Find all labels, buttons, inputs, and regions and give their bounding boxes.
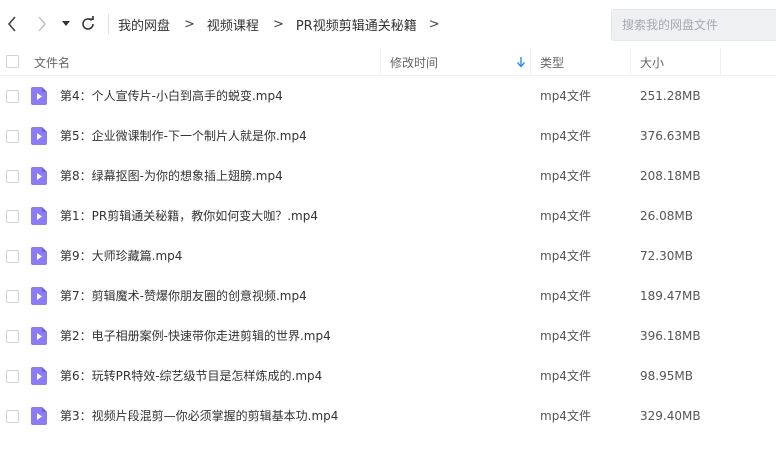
file-size: 396.18MB (640, 329, 701, 343)
breadcrumb-item-video-courses[interactable]: 视频课程 (207, 15, 259, 34)
search-input[interactable] (611, 9, 776, 41)
column-divider (380, 48, 381, 76)
row-checkbox[interactable] (6, 370, 19, 383)
file-name[interactable]: 第1：PR剪辑通关秘籍，教你如何变大咖？.mp4 (60, 196, 318, 236)
file-row[interactable]: 第5：企业微课制作-下一个制片人就是你.mp4 mp4文件 376.63MB (0, 116, 776, 156)
file-size: 98.95MB (640, 369, 693, 383)
column-divider (720, 48, 721, 76)
file-row[interactable]: 第9：大师珍藏篇.mp4 mp4文件 72.30MB (0, 236, 776, 276)
file-size: 376.63MB (640, 129, 701, 143)
video-file-icon (31, 327, 47, 345)
column-divider (630, 48, 631, 76)
row-checkbox[interactable] (6, 210, 19, 223)
file-size: 26.08MB (640, 209, 693, 223)
file-size: 251.28MB (640, 89, 701, 103)
file-type: mp4文件 (540, 249, 591, 263)
file-type: mp4文件 (540, 369, 591, 383)
file-row[interactable]: 第4：个人宣传片-小白到高手的蜕变.mp4 mp4文件 251.28MB (0, 76, 776, 116)
video-file-icon (31, 407, 47, 425)
history-dropdown-button[interactable] (58, 14, 74, 34)
file-type: mp4文件 (540, 289, 591, 303)
chevron-right-icon (38, 16, 47, 32)
file-type: mp4文件 (540, 409, 591, 423)
column-divider (530, 48, 531, 76)
row-checkbox[interactable] (6, 290, 19, 303)
row-checkbox[interactable] (6, 410, 19, 423)
file-name[interactable]: 第5：企业微课制作-下一个制片人就是你.mp4 (60, 116, 307, 156)
file-name[interactable]: 第3：视频片段混剪—你必须掌握的剪辑基本功.mp4 (60, 396, 338, 436)
video-file-icon (31, 247, 47, 265)
file-name[interactable]: 第4：个人宣传片-小白到高手的蜕变.mp4 (60, 76, 283, 116)
column-header-size[interactable]: 大小 (640, 48, 720, 76)
column-header-name[interactable]: 文件名 (34, 48, 379, 76)
row-checkbox[interactable] (6, 330, 19, 343)
file-size: 189.47MB (640, 289, 701, 303)
file-name[interactable]: 第9：大师珍藏篇.mp4 (60, 236, 182, 276)
file-name[interactable]: 第6：玩转PR特效-综艺级节目是怎样炼成的.mp4 (60, 356, 322, 396)
file-type: mp4文件 (540, 209, 591, 223)
breadcrumb: 我的网盘 > 视频课程 > PR视频剪辑通关秘籍 > (118, 14, 440, 34)
file-name[interactable]: 第8：绿幕抠图-为你的想象插上翅膀.mp4 (60, 156, 283, 196)
chevron-left-icon (7, 16, 16, 32)
row-checkbox[interactable] (6, 250, 19, 263)
file-name[interactable]: 第7：剪辑魔术-赞爆你朋友圈的创意视频.mp4 (60, 276, 307, 316)
nav-divider (108, 14, 109, 34)
row-checkbox[interactable] (6, 170, 19, 183)
column-header-modified[interactable]: 修改时间 (390, 48, 530, 76)
breadcrumb-separator-icon: > (428, 16, 440, 32)
row-checkbox[interactable] (6, 90, 19, 103)
breadcrumb-item-my-drive[interactable]: 我的网盘 (118, 15, 170, 34)
column-header-type[interactable]: 类型 (540, 48, 630, 76)
file-type: mp4文件 (540, 169, 591, 183)
file-size: 208.18MB (640, 169, 701, 183)
navigation-bar: 我的网盘 > 视频课程 > PR视频剪辑通关秘籍 > (0, 0, 776, 48)
video-file-icon (31, 87, 47, 105)
file-row[interactable]: 第1：PR剪辑通关秘籍，教你如何变大咖？.mp4 mp4文件 26.08MB (0, 196, 776, 236)
file-type: mp4文件 (540, 329, 591, 343)
breadcrumb-separator-icon: > (184, 16, 195, 32)
file-size: 72.30MB (640, 249, 693, 263)
select-all-checkbox[interactable] (6, 55, 19, 68)
file-row[interactable]: 第8：绿幕抠图-为你的想象插上翅膀.mp4 mp4文件 208.18MB (0, 156, 776, 196)
forward-button[interactable] (32, 14, 52, 34)
refresh-button[interactable] (78, 14, 98, 34)
file-row[interactable]: 第2：电子相册案例-快速带你走进剪辑的世界.mp4 mp4文件 396.18MB (0, 316, 776, 356)
video-file-icon (31, 207, 47, 225)
breadcrumb-item-current-folder[interactable]: PR视频剪辑通关秘籍 (296, 15, 417, 34)
sort-descending-icon[interactable] (514, 55, 528, 69)
video-file-icon (31, 287, 47, 305)
file-list: 第4：个人宣传片-小白到高手的蜕变.mp4 mp4文件 251.28MB 第5：… (0, 76, 776, 436)
file-row[interactable]: 第6：玩转PR特效-综艺级节目是怎样炼成的.mp4 mp4文件 98.95MB (0, 356, 776, 396)
file-size: 329.40MB (640, 409, 701, 423)
video-file-icon (31, 127, 47, 145)
file-row[interactable]: 第3：视频片段混剪—你必须掌握的剪辑基本功.mp4 mp4文件 329.40MB (0, 396, 776, 436)
file-type: mp4文件 (540, 89, 591, 103)
caret-down-icon (62, 21, 70, 26)
video-file-icon (31, 367, 47, 385)
breadcrumb-separator-icon: > (272, 16, 284, 32)
video-file-icon (31, 167, 47, 185)
file-name[interactable]: 第2：电子相册案例-快速带你走进剪辑的世界.mp4 (60, 316, 331, 356)
refresh-icon (82, 16, 94, 30)
back-button[interactable] (2, 14, 22, 34)
row-checkbox[interactable] (6, 130, 19, 143)
file-row[interactable]: 第7：剪辑魔术-赞爆你朋友圈的创意视频.mp4 mp4文件 189.47MB (0, 276, 776, 316)
file-type: mp4文件 (540, 129, 591, 143)
file-list-header: 文件名 修改时间 类型 大小 (0, 48, 776, 76)
